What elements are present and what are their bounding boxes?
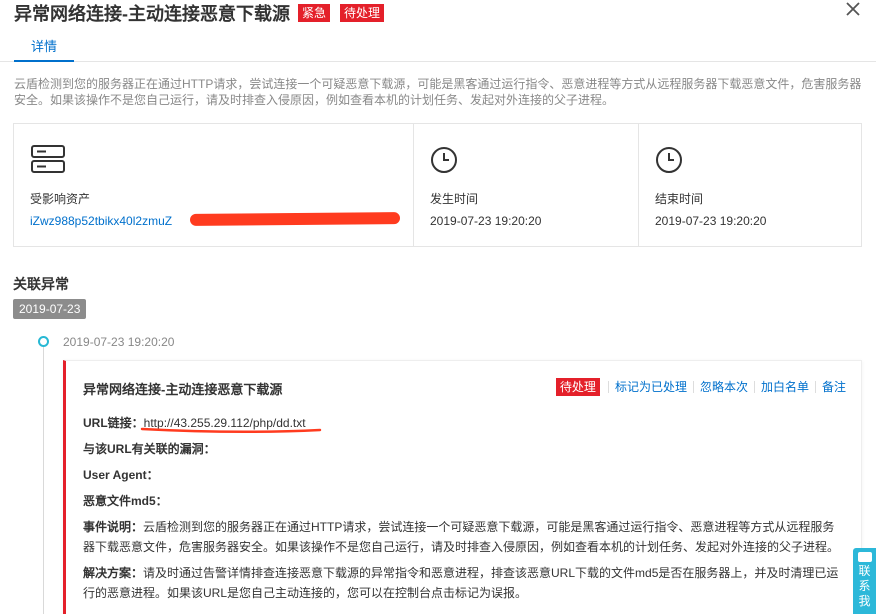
tab-details[interactable]: 详情 [14,38,74,62]
start-time-value: 2019-07-23 19:20:20 [430,214,542,228]
event-title: 异常网络连接-主动连接恶意下载源 [83,382,283,397]
floater-char-3: 我 [858,594,871,608]
tab-bar: 详情 [0,34,876,62]
solution-text: 请及时通过告警详情排查连接恶意下载源的异常指令和恶意进程，排查该恶意URL下载的… [83,566,839,600]
event-desc-label: 事件说明： [83,520,144,534]
start-time-card: 发生时间 2019-07-23 19:20:20 [413,124,638,246]
ignore-once-link[interactable]: 忽略本次 [692,381,754,393]
solution-label: 解决方案： [83,566,144,580]
event-card: 异常网络连接-主动连接恶意下载源 待处理 标记为已处理 忽略本次 加白名单 备注… [63,360,862,614]
md5-row: 恶意文件md5： [83,491,843,511]
redaction-mark [189,212,401,226]
affected-asset-card: 受影响资产 iZwz988p52tbikx40l2zmuZ [14,124,413,246]
contact-us-widget[interactable]: 联 系 我 [853,548,876,614]
timeline-dot [38,336,49,347]
mark-handled-link[interactable]: 标记为已处理 [607,381,693,393]
end-time-label: 结束时间 [655,192,704,206]
info-cards: 受影响资产 iZwz988p52tbikx40l2zmuZ 发生时间 2019-… [13,123,862,247]
vuln-row: 与该URL有关联的漏洞： [83,439,843,459]
event-status-badge: 待处理 [555,378,600,396]
user-agent-label: User Agent： [83,468,159,482]
user-agent-row: User Agent： [83,465,843,485]
url-underline-mark [140,427,322,434]
date-chip: 2019-07-23 [13,299,87,319]
server-icon [31,145,65,173]
whitelist-link[interactable]: 加白名单 [753,381,815,393]
clock-icon [656,147,682,173]
start-time-label: 发生时间 [430,192,479,206]
event-desc-text: 云盾检测到您的服务器正在通过HTTP请求，尝试连接一个可疑恶意下载源，可能是黑客… [83,520,840,554]
alert-description: 云盾检测到您的服务器正在通过HTTP请求，尝试连接一个可疑恶意下载源，可能是黑客… [14,77,862,107]
md5-label: 恶意文件md5： [83,494,168,508]
asset-label: 受影响资产 [30,192,91,206]
status-badge: 待处理 [340,4,385,22]
chat-icon [857,552,872,562]
event-desc-row: 事件说明：云盾检测到您的服务器正在通过HTTP请求，尝试连接一个可疑恶意下载源，… [83,517,843,557]
close-icon[interactable] [844,0,862,18]
dialog-header: 异常网络连接-主动连接恶意下载源 紧急 待处理 [14,0,385,26]
asset-link[interactable]: iZwz988p52tbikx40l2zmuZ [30,214,172,228]
dialog-title: 异常网络连接-主动连接恶意下载源 [14,4,290,24]
clock-icon [431,147,457,173]
url-label: URL链接： [83,416,144,430]
severity-badge: 紧急 [298,4,331,22]
note-link[interactable]: 备注 [814,381,846,393]
timeline-line [43,341,44,614]
end-time-card: 结束时间 2019-07-23 19:20:20 [638,124,861,246]
related-section-title: 关联异常 [13,276,69,292]
event-actions: 待处理 标记为已处理 忽略本次 加白名单 备注 [555,378,846,396]
floater-char-1: 联 [858,564,871,578]
vuln-label: 与该URL有关联的漏洞： [83,442,216,456]
solution-row: 解决方案：请及时通过告警详情排查连接恶意下载源的异常指令和恶意进程，排查该恶意U… [83,563,843,603]
floater-char-2: 系 [858,579,871,593]
timeline-time: 2019-07-23 19:20:20 [63,335,175,349]
end-time-value: 2019-07-23 19:20:20 [655,214,767,228]
